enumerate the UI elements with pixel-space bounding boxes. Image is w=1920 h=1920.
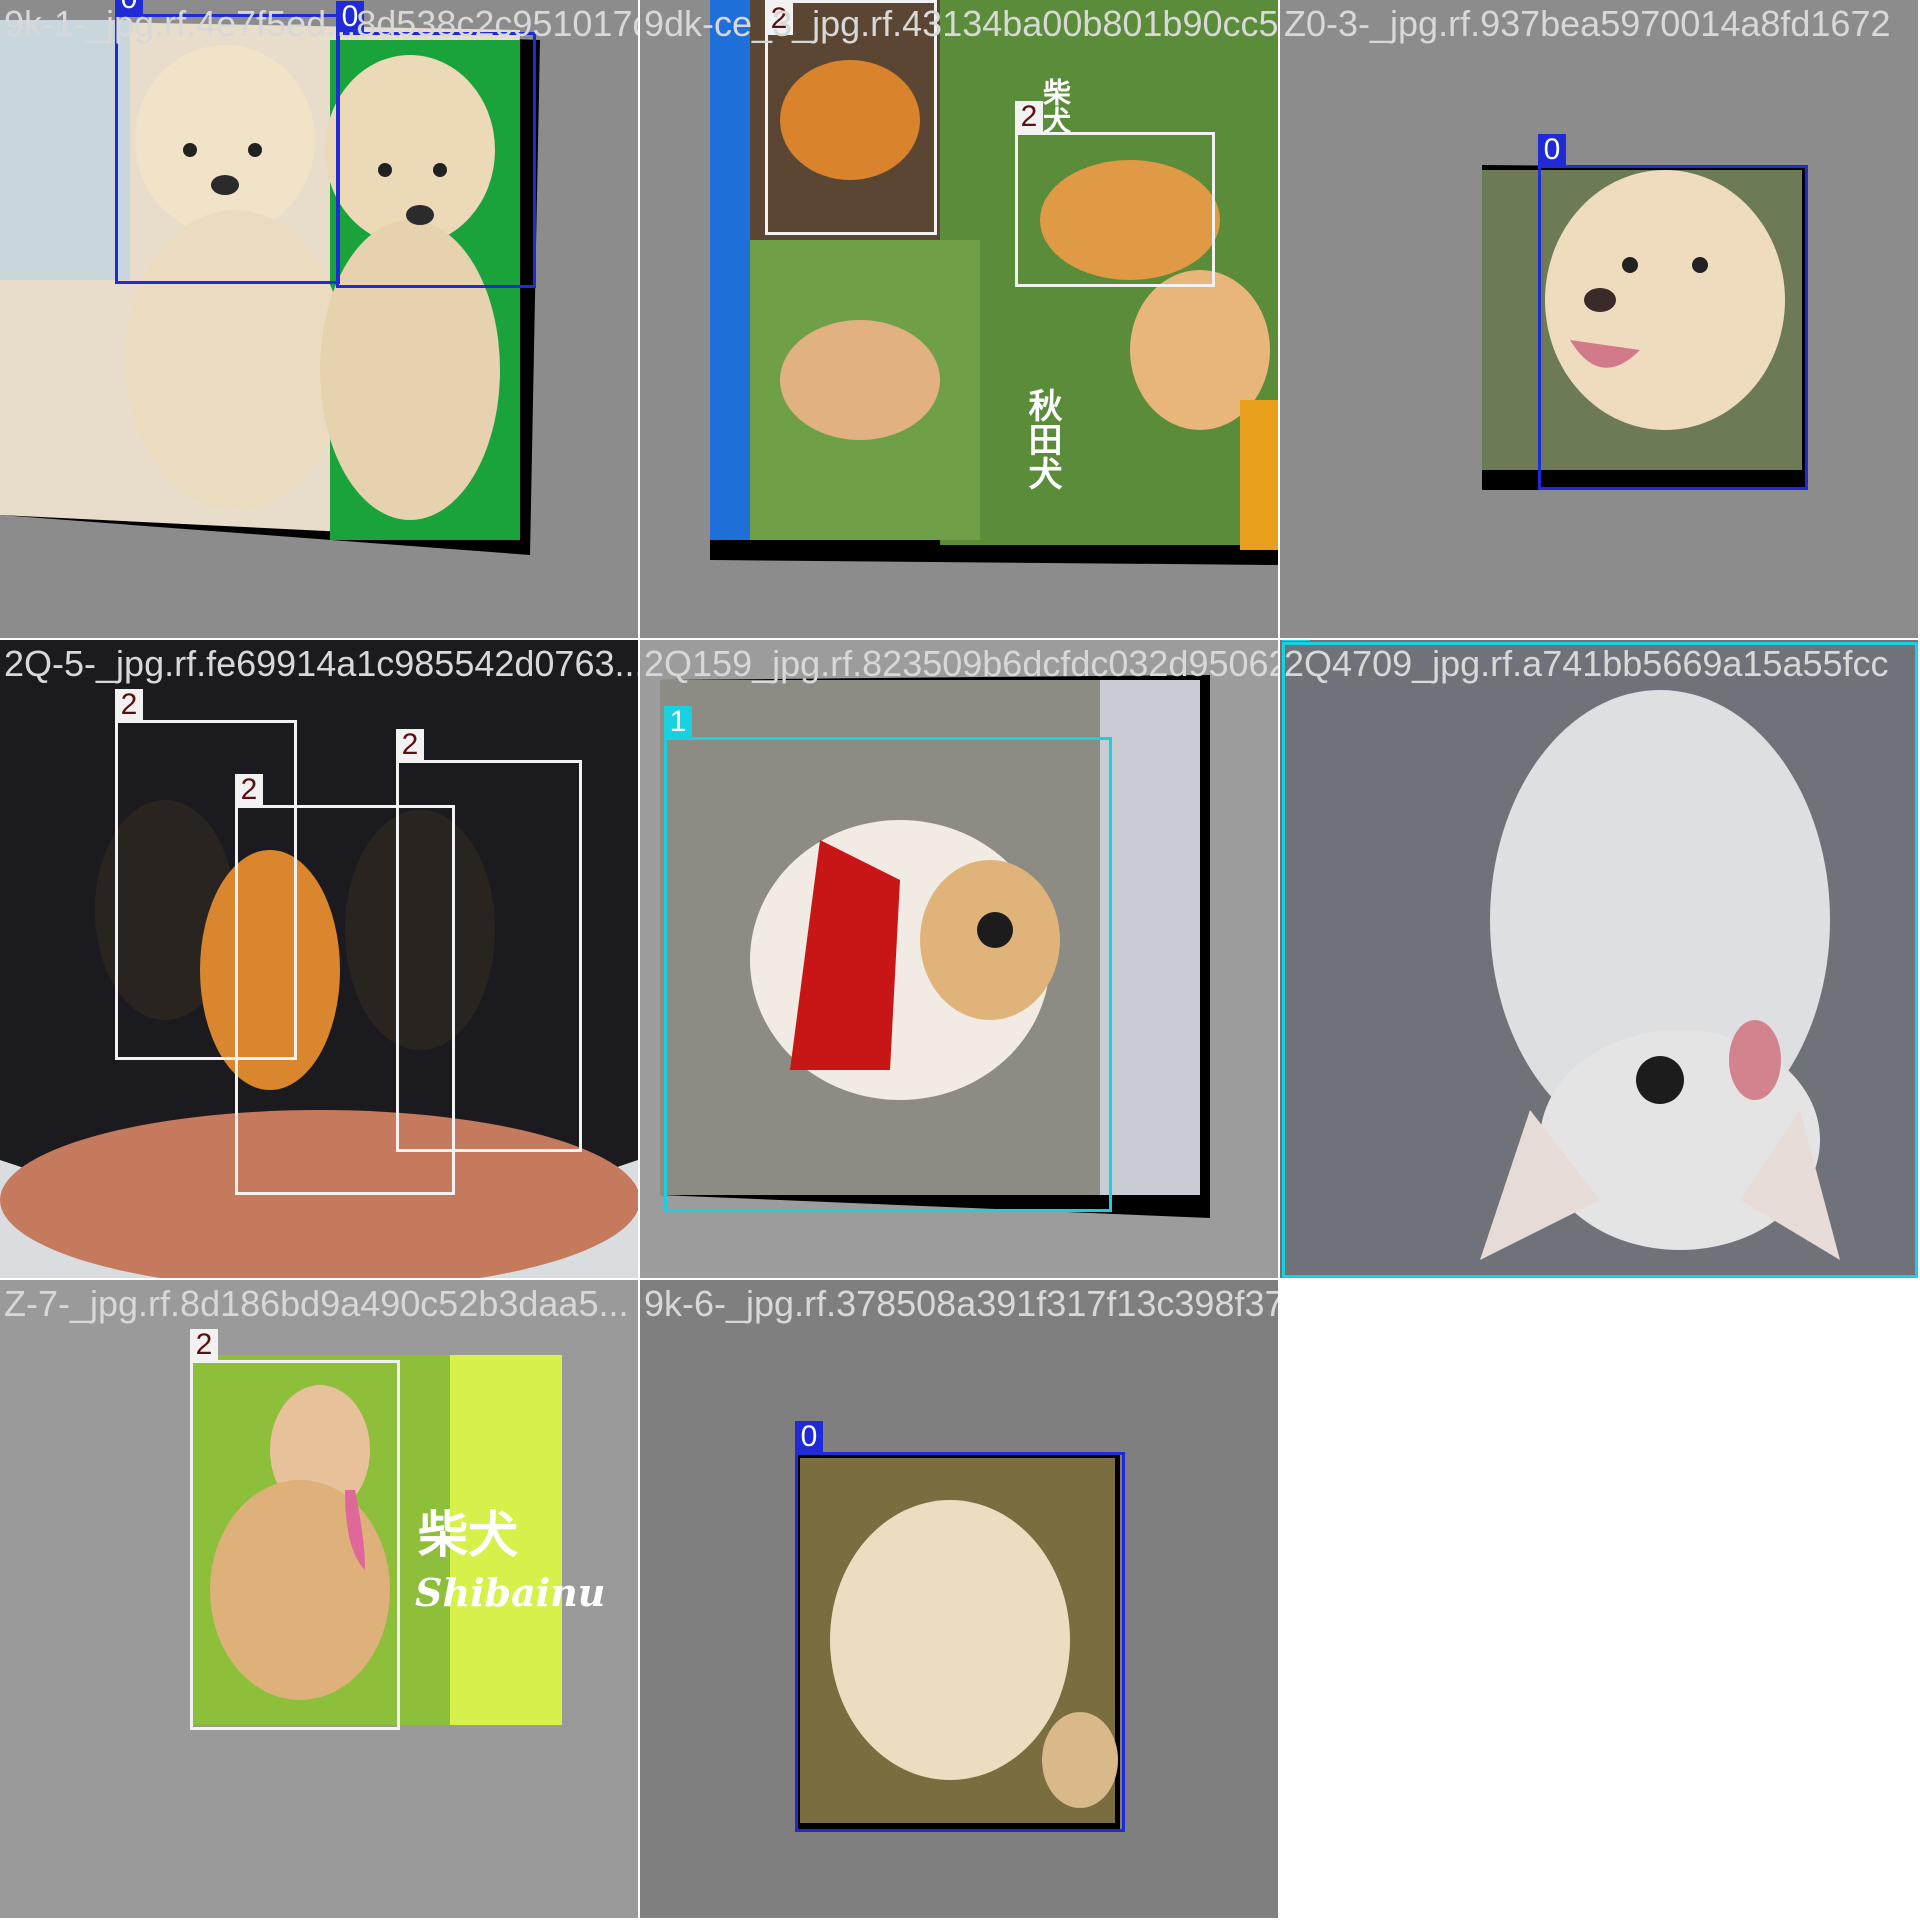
tile-5: 1 2Q159_jpg.rf.823509b6dcfdc032d95062... [640, 640, 1278, 1278]
bbox-label: 2 [396, 729, 424, 761]
tile-6: 1 2Q4709_jpg.rf.a741bb5669a15a55fcc [1280, 640, 1918, 1278]
tile-1: 0 0 9k-1-_jpg.rf.4e7f5ed...8d538c2c95101… [0, 0, 638, 638]
bbox-class-1: 1 [664, 706, 1112, 1212]
bbox-label: 2 [190, 1329, 218, 1361]
tile-4: 2 2 2 2Q-5-_jpg.rf.fe69914a1c985542d0763… [0, 640, 638, 1278]
bbox-class-2: 2 [1015, 101, 1215, 287]
overlay-text-shibainu: Shibainu [415, 1570, 606, 1615]
bbox-class-0: 0 [1538, 134, 1808, 490]
bbox-label: 2 [115, 689, 143, 721]
bbox-class-0: 0 [115, 0, 340, 284]
bbox-label: 0 [1538, 134, 1566, 166]
tile-empty [1280, 1280, 1918, 1918]
bbox-class-2: 2 [190, 1329, 400, 1730]
bbox-class-1: 1 [1282, 640, 1918, 1278]
bbox-label: 0 [115, 0, 143, 15]
tile-2: 秋田犬 柴犬 2 2 9dk-ce_3_jpg.rf.43134ba00b801… [640, 0, 1278, 638]
bbox-class-2: 2 [765, 0, 937, 235]
photo-shiba-akita-collage [710, 0, 1278, 565]
bbox-label: 0 [336, 1, 364, 33]
bbox-label: 2 [765, 3, 793, 35]
bbox-class-0: 0 [795, 1421, 1125, 1832]
overlay-text-shiba: 柴犬 [418, 1505, 518, 1564]
bbox-label: 1 [1282, 640, 1310, 641]
tile-7: 柴犬 Shibainu 2 Z-7-_jpg.rf.8d186bd9a490c5… [0, 1280, 638, 1918]
bbox-label: 2 [1015, 101, 1043, 133]
bbox-label: 2 [235, 774, 263, 806]
overlay-text-akita: 秋田犬 [1022, 388, 1062, 490]
tile-3: 0 Z0-3-_jpg.rf.937bea5970014a8fd1672 [1280, 0, 1918, 638]
bbox-class-2: 2 [396, 729, 582, 1152]
bbox-label: 1 [664, 706, 692, 738]
tile-8: 0 9k-6-_jpg.rf.378508a391f317f13c398f371… [640, 1280, 1278, 1918]
bbox-class-0: 0 [336, 1, 536, 288]
mosaic-grid: 0 0 9k-1-_jpg.rf.4e7f5ed...8d538c2c95101… [0, 0, 1920, 1920]
bbox-label: 0 [795, 1421, 823, 1453]
